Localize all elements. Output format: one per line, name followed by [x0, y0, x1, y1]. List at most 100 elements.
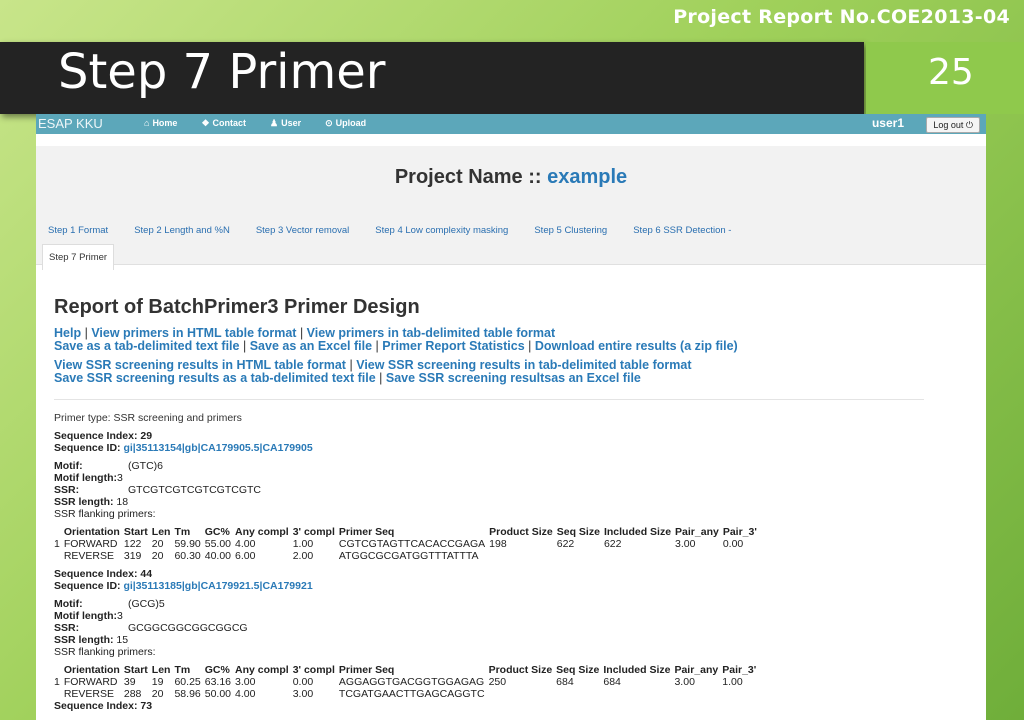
ssr-view-html-link[interactable]: View SSR screening results in HTML table… — [54, 358, 346, 372]
tab-step-7[interactable]: Step 7 Primer — [42, 244, 115, 270]
table-cell: AGGAGGTGACGGTGGAGAG — [338, 676, 485, 688]
tab-step-6[interactable]: Step 6 SSR Detection - — [633, 225, 731, 236]
column-header: Pair_3' — [722, 664, 757, 676]
nav-user-label: User — [281, 118, 302, 128]
column-header: Orientation — [63, 664, 120, 676]
column-header: Primer Seq — [338, 526, 395, 538]
column-header: GC% — [204, 526, 230, 538]
column-header — [54, 526, 64, 538]
tab-step-1[interactable]: Step 1 Format — [48, 225, 108, 236]
column-header: 3' compl — [292, 664, 335, 676]
table-cell: 59.90 — [174, 538, 201, 550]
column-header: Any compl — [235, 526, 289, 538]
table-row: REVERSE 319 20 60.30 40.00 6.00 2.00 ATGGCGCGAT… — [54, 550, 761, 562]
table-cell: 3.00 — [292, 688, 314, 700]
table-cell: 39 — [123, 676, 136, 688]
slide-title: Step 7 Primer — [58, 44, 386, 100]
tab-step-3[interactable]: Step 3 Vector removal — [256, 225, 349, 236]
ssr: SSR: GCGGCGGCGGCGGCG — [54, 622, 248, 634]
view-tab-link[interactable]: View primers in tab-delimited table form… — [307, 326, 555, 340]
ssr-length: SSR length: 18 — [54, 496, 129, 508]
save-excel-link[interactable]: Save as an Excel file — [250, 339, 372, 353]
help-link[interactable]: Help — [54, 326, 81, 340]
sequence-id-link[interactable]: gi|35113185|gb|CA179921.5|CA179921 — [123, 580, 312, 592]
table-cell — [604, 550, 675, 562]
table-cell: 1 — [54, 676, 60, 688]
nav-contact[interactable]: ❖ Contact — [201, 118, 246, 129]
table-cell: TCGATGAACTTGAGCAGGTC — [338, 688, 485, 700]
project-value: example — [547, 166, 628, 188]
table-row: 1 FORWARD 39 19 60.25 63.16 3.00 0.00 AGGAGGTGAC… — [54, 676, 760, 688]
column-header: Start — [123, 664, 148, 676]
column-header: Pair_any — [674, 664, 719, 676]
table-cell: 319 — [123, 550, 142, 562]
ssr-save-excel-link[interactable]: Save SSR screening resultsas an Excel fi… — [386, 371, 641, 385]
table-cell: 1 — [54, 538, 60, 550]
column-header: GC% — [204, 664, 230, 676]
table-cell: 288 — [123, 688, 142, 700]
tab-step-4[interactable]: Step 4 Low complexity masking — [375, 225, 508, 236]
table-cell — [674, 688, 722, 700]
column-header: Any compl — [235, 664, 289, 676]
home-icon: ⌂ — [144, 118, 150, 128]
table-cell — [722, 688, 760, 700]
table-cell: 622 — [603, 538, 622, 550]
sequence-block: Sequence Index: 29 Sequence ID: gi|351131… — [54, 430, 974, 562]
table-cell: ATGGCGCGATGGTTTATTTA — [338, 550, 479, 562]
tab-step-2[interactable]: Step 2 Length and %N — [134, 225, 230, 236]
brand[interactable]: ESAP KKU — [38, 116, 103, 131]
table-cell: 198 — [489, 538, 507, 550]
table-cell: 58.96 — [174, 688, 201, 700]
view-html-link[interactable]: View primers in HTML table format — [91, 326, 296, 340]
column-header: Included Size — [603, 664, 671, 676]
table-cell: 2.00 — [292, 550, 314, 562]
stats-link[interactable]: Primer Report Statistics — [382, 339, 524, 353]
primer-table: Orientation Start Len Tm GC% Any compl 3' comp… — [54, 664, 760, 700]
column-header — [54, 664, 64, 676]
table-cell: 60.30 — [174, 550, 201, 562]
table-cell: FORWARD — [63, 538, 118, 550]
nav-contact-label: Contact — [212, 118, 247, 128]
column-header: Seq Size — [556, 526, 600, 538]
nav-home[interactable]: ⌂ Home — [144, 118, 177, 129]
primer-table-header: Orientation Start Len Tm GC% Any compl 3' comp… — [54, 526, 761, 538]
nav-user[interactable]: ♟ User — [270, 118, 301, 129]
sequence-list: Sequence Index: 29 Sequence ID: gi|351131… — [54, 430, 974, 700]
tab-step-5[interactable]: Step 5 Clustering — [534, 225, 607, 236]
report-content: Report of BatchPrimer3 Primer Design Hel… — [54, 296, 974, 712]
column-header: Included Size — [603, 526, 672, 538]
ssr-length: SSR length: 15 — [54, 634, 129, 646]
sequence-id-link[interactable]: gi|35113154|gb|CA179905.5|CA179905 — [123, 442, 312, 454]
sequence-index: Sequence Index: 29 — [54, 430, 153, 442]
logout-button[interactable]: Log out ⏻ — [926, 117, 980, 133]
table-cell: 4.00 — [235, 538, 256, 550]
info-icon: ❖ — [201, 118, 210, 128]
table-cell: 122 — [123, 538, 142, 550]
column-header: Primer Seq — [338, 664, 395, 676]
table-cell: 3.00 — [675, 538, 696, 550]
table-cell: 60.25 — [174, 676, 201, 688]
table-cell: FORWARD — [63, 676, 118, 688]
table-cell — [54, 550, 64, 562]
column-header: Tm — [174, 664, 191, 676]
flanking-label: SSR flanking primers: — [54, 646, 156, 658]
save-tab-link[interactable]: Save as a tab-delimited text file — [54, 339, 240, 353]
ssr-save-tab-link[interactable]: Save SSR screening results as a tab-deli… — [54, 371, 376, 385]
motif-length: Motif length:3 — [54, 472, 123, 484]
column-header: Len — [151, 526, 171, 538]
download-zip-link[interactable]: Download entire results (a zip file) — [535, 339, 738, 353]
table-cell: 50.00 — [204, 688, 232, 700]
table-cell — [723, 550, 761, 562]
table-cell: 1.00 — [292, 538, 314, 550]
nav-upload[interactable]: ⊙ Upload — [325, 118, 366, 129]
table-cell: 684 — [603, 676, 621, 688]
table-cell: 20 — [151, 550, 164, 562]
project-header: Project Name :: example Step 1 Format St… — [36, 146, 986, 270]
table-cell: 3.00 — [674, 676, 695, 688]
table-cell: 40.00 — [204, 550, 232, 562]
table-cell — [54, 688, 64, 700]
table-cell — [489, 688, 557, 700]
table-cell: 20 — [151, 538, 164, 550]
table-cell: 19 — [151, 676, 164, 688]
ssr-view-tab-link[interactable]: View SSR screening results in tab-delimi… — [356, 358, 691, 372]
